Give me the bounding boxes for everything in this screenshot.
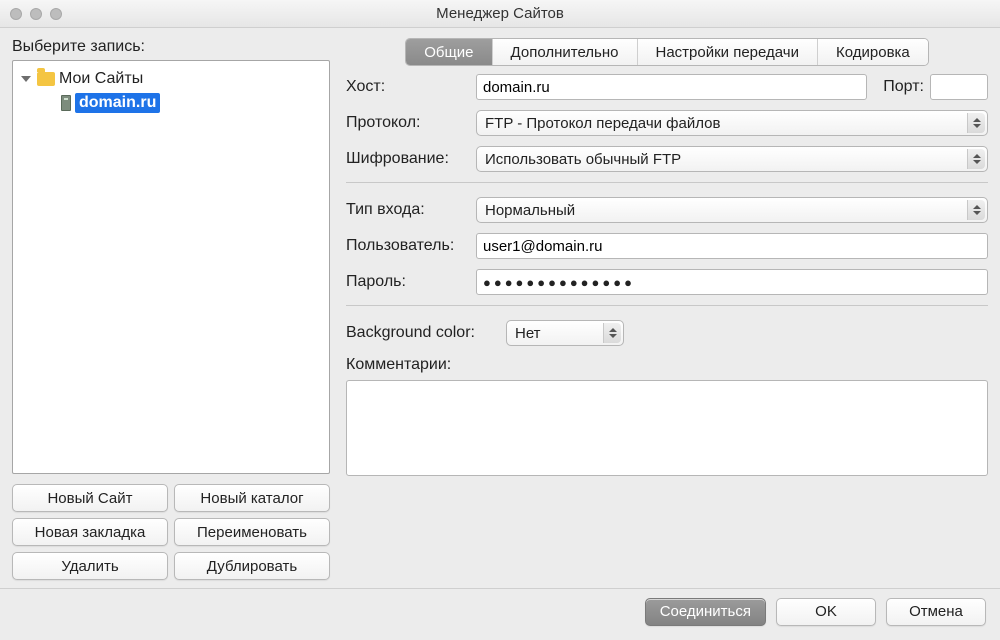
tab-charset-label: Кодировка bbox=[836, 44, 910, 61]
cancel-button[interactable]: Отмена bbox=[886, 598, 986, 626]
bgcolor-label: Background color: bbox=[346, 324, 506, 342]
row-bgcolor: Background color: Нет bbox=[346, 320, 988, 346]
password-input[interactable]: ●●●●●●●●●●●●●● bbox=[476, 269, 988, 295]
new-site-label: Новый Сайт bbox=[47, 490, 132, 507]
tab-advanced[interactable]: Дополнительно bbox=[493, 39, 638, 65]
zoom-window-icon[interactable] bbox=[50, 8, 62, 20]
tab-charset[interactable]: Кодировка bbox=[818, 39, 928, 65]
titlebar: Менеджер Сайтов bbox=[0, 0, 1000, 28]
chevron-down-icon[interactable] bbox=[21, 76, 31, 82]
user-label: Пользователь: bbox=[346, 237, 476, 255]
protocol-value: FTP - Протокол передачи файлов bbox=[485, 115, 720, 132]
row-comments: Комментарии: bbox=[346, 356, 988, 476]
footer: Соединиться OK Отмена bbox=[0, 588, 1000, 634]
connect-label: Соединиться bbox=[660, 603, 751, 620]
content-area: Выберите запись: Мои Сайты domain.ru Нов… bbox=[0, 28, 1000, 588]
cancel-label: Отмена bbox=[909, 603, 963, 620]
sidebar: Выберите запись: Мои Сайты domain.ru Нов… bbox=[12, 38, 330, 580]
delete-label: Удалить bbox=[61, 558, 118, 575]
sidebar-buttons: Новый Сайт Новый каталог Новая закладка … bbox=[12, 484, 330, 580]
rename-label: Переименовать bbox=[197, 524, 307, 541]
window-title: Менеджер Сайтов bbox=[0, 5, 1000, 22]
new-bookmark-button[interactable]: Новая закладка bbox=[12, 518, 168, 546]
ok-label: OK bbox=[815, 603, 837, 620]
rename-button[interactable]: Переименовать bbox=[174, 518, 330, 546]
traffic-lights bbox=[10, 8, 62, 20]
row-password: Пароль: ●●●●●●●●●●●●●● bbox=[346, 269, 988, 295]
logon-type-value: Нормальный bbox=[485, 202, 575, 219]
updown-icon bbox=[967, 149, 985, 169]
new-site-button[interactable]: Новый Сайт bbox=[12, 484, 168, 512]
tab-transfer-label: Настройки передачи bbox=[656, 44, 800, 61]
bgcolor-value: Нет bbox=[515, 325, 541, 342]
protocol-select[interactable]: FTP - Протокол передачи файлов bbox=[476, 110, 988, 136]
tab-general-label: Общие bbox=[424, 44, 473, 61]
minimize-window-icon[interactable] bbox=[30, 8, 42, 20]
folder-icon bbox=[37, 72, 55, 86]
close-window-icon[interactable] bbox=[10, 8, 22, 20]
tree-selected-label: domain.ru bbox=[75, 93, 160, 113]
duplicate-button[interactable]: Дублировать bbox=[174, 552, 330, 580]
encryption-value: Использовать обычный FTP bbox=[485, 151, 681, 168]
logon-type-select[interactable]: Нормальный bbox=[476, 197, 988, 223]
divider bbox=[346, 182, 988, 183]
row-user: Пользователь: bbox=[346, 233, 988, 259]
encryption-label: Шифрование: bbox=[346, 150, 476, 168]
main-panel: Общие Дополнительно Настройки передачи К… bbox=[346, 38, 988, 580]
host-input[interactable] bbox=[476, 74, 867, 100]
new-folder-button[interactable]: Новый каталог bbox=[174, 484, 330, 512]
password-masked: ●●●●●●●●●●●●●● bbox=[483, 275, 635, 290]
comments-textarea[interactable] bbox=[346, 380, 988, 476]
tab-bar: Общие Дополнительно Настройки передачи К… bbox=[405, 38, 929, 66]
encryption-select[interactable]: Использовать обычный FTP bbox=[476, 146, 988, 172]
tree-root-label: Мои Сайты bbox=[59, 70, 143, 88]
bgcolor-select[interactable]: Нет bbox=[506, 320, 624, 346]
tab-advanced-label: Дополнительно bbox=[511, 44, 619, 61]
new-folder-label: Новый каталог bbox=[200, 490, 303, 507]
tabs: Общие Дополнительно Настройки передачи К… bbox=[346, 38, 988, 66]
tab-general[interactable]: Общие bbox=[406, 39, 492, 65]
host-label: Хост: bbox=[346, 78, 476, 96]
updown-icon bbox=[967, 200, 985, 220]
row-protocol: Протокол: FTP - Протокол передачи файлов bbox=[346, 110, 988, 136]
updown-icon bbox=[603, 323, 621, 343]
port-input[interactable] bbox=[930, 74, 988, 100]
general-form: Хост: Порт: Протокол: FTP - Протокол пер… bbox=[346, 74, 988, 476]
select-entry-label: Выберите запись: bbox=[12, 38, 330, 56]
user-input[interactable] bbox=[476, 233, 988, 259]
sites-tree[interactable]: Мои Сайты domain.ru bbox=[12, 60, 330, 474]
tree-item-domain-ru[interactable]: domain.ru bbox=[17, 91, 325, 115]
new-bookmark-label: Новая закладка bbox=[35, 524, 146, 541]
protocol-label: Протокол: bbox=[346, 114, 476, 132]
password-label: Пароль: bbox=[346, 273, 476, 291]
tree-root-my-sites[interactable]: Мои Сайты bbox=[17, 67, 325, 91]
divider bbox=[346, 305, 988, 306]
delete-button[interactable]: Удалить bbox=[12, 552, 168, 580]
ok-button[interactable]: OK bbox=[776, 598, 876, 626]
connect-button[interactable]: Соединиться bbox=[645, 598, 766, 626]
updown-icon bbox=[967, 113, 985, 133]
tab-transfer[interactable]: Настройки передачи bbox=[638, 39, 819, 65]
row-logon-type: Тип входа: Нормальный bbox=[346, 197, 988, 223]
logon-type-label: Тип входа: bbox=[346, 201, 476, 219]
row-host: Хост: Порт: bbox=[346, 74, 988, 100]
duplicate-label: Дублировать bbox=[207, 558, 297, 575]
server-icon bbox=[61, 95, 71, 111]
row-encryption: Шифрование: Использовать обычный FTP bbox=[346, 146, 988, 172]
port-label: Порт: bbox=[883, 78, 924, 96]
comments-label: Комментарии: bbox=[346, 356, 988, 374]
